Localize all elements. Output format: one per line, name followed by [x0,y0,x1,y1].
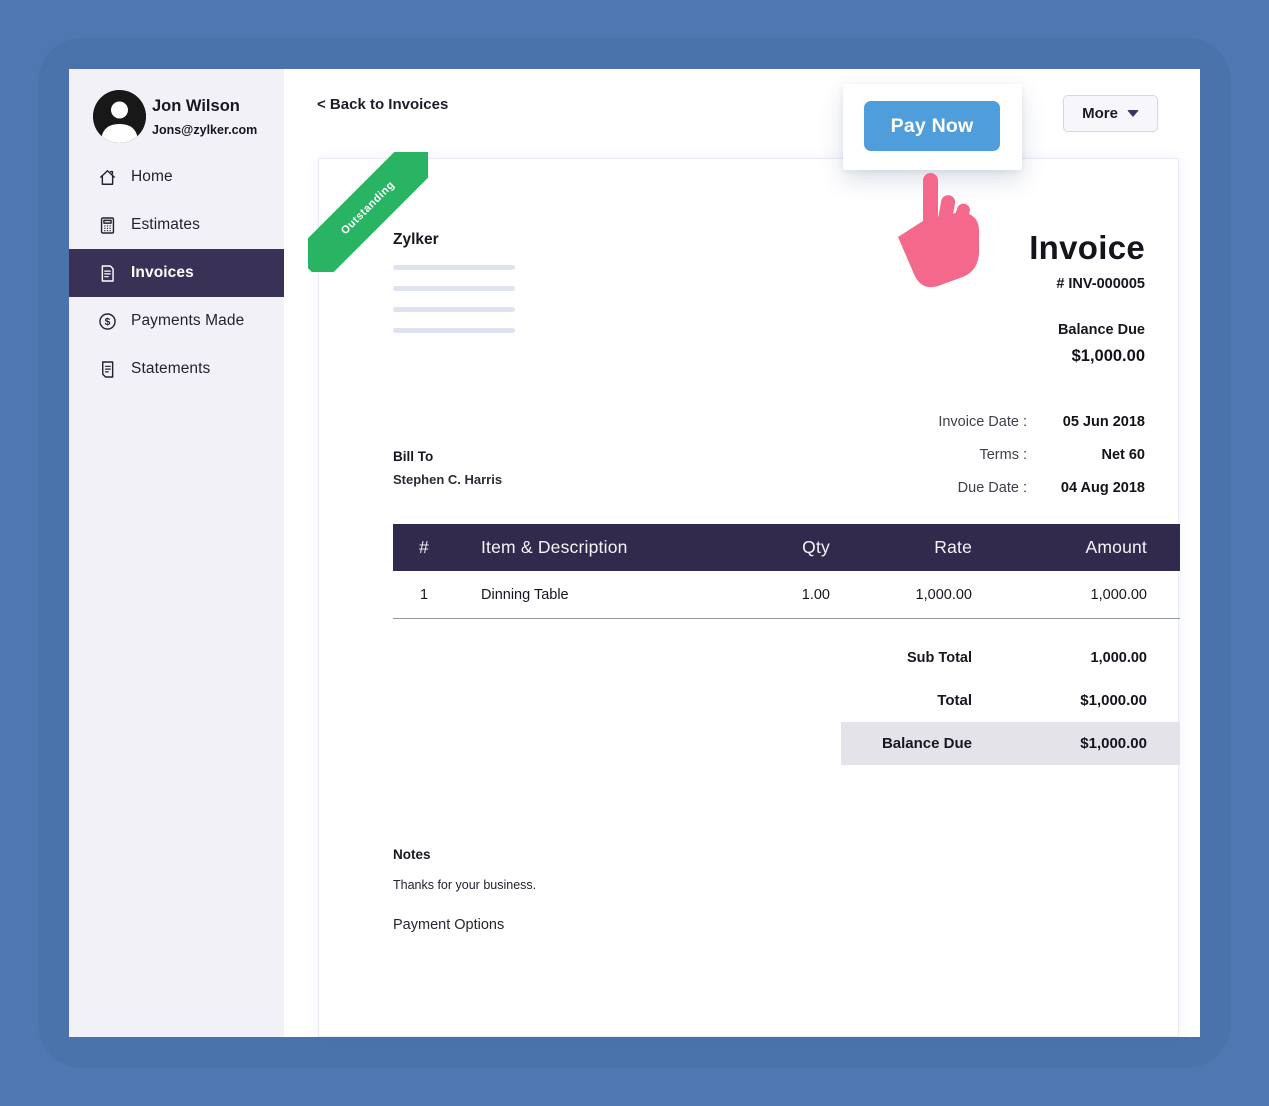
sidebar-item-label: Payments Made [131,312,245,329]
invoice-paper: Zylker Invoice # INV-000005 Balance Due … [318,158,1180,1037]
invoice-date-value: 05 Jun 2018 [1062,413,1145,430]
cell-amount: 1,000.00 [1090,586,1147,603]
cell-rate: 1,000.00 [915,586,972,603]
column-header-qty: Qty [802,537,830,557]
statement-document-icon [97,359,117,379]
user-email: Jons@zylker.com [152,123,258,137]
bill-to-name: Stephen C. Harris [393,472,503,487]
address-placeholder-line [393,286,515,291]
address-placeholder-line [393,328,515,333]
due-date-label: Due Date : [957,479,1027,496]
subtotal-value: 1,000.00 [1090,649,1147,666]
sidebar-menu: Home Estimates Invoices $ Payments Made … [69,153,284,393]
sidebar: Jon Wilson Jons@zylker.com Home Estimate… [69,69,284,1037]
line-items-table: # Item & Description Qty Rate Amount 1 D… [393,524,1180,619]
balance-due-value: $1,000.00 [1071,347,1145,365]
invoice-document-icon [97,263,117,283]
sidebar-item-label: Statements [131,360,211,377]
avatar [93,90,146,143]
balance-due-row: Balance Due $1,000.00 [393,722,1180,765]
address-placeholder-line [393,265,515,270]
invoice-title: Invoice [1029,229,1145,266]
column-header-item: Item & Description [481,537,628,557]
totals-section: Sub Total 1,000.00 Total $1,000.00 Balan… [393,636,1180,765]
balance-due-row-label: Balance Due [881,735,972,752]
table-row: 1 Dinning Table 1.00 1,000.00 1,000.00 [393,571,1180,619]
desktop-background: Jon Wilson Jons@zylker.com Home Estimate… [0,0,1269,1106]
home-icon [97,167,117,187]
address-placeholder-line [393,307,515,312]
ribbon-fold-left [308,246,316,262]
balance-due-row-value: $1,000.00 [1080,735,1147,752]
svg-text:$: $ [104,317,110,328]
column-header-number: # [419,537,429,557]
back-to-invoices-link[interactable]: < Back to Invoices [317,96,448,113]
column-header-rate: Rate [934,537,972,557]
terms-label: Terms : [979,446,1027,463]
table-header-row: # Item & Description Qty Rate Amount [393,524,1180,571]
cell-number: 1 [419,586,429,603]
person-icon [93,90,146,143]
bill-to-label: Bill To [393,449,434,464]
dollar-circle-icon: $ [97,311,117,331]
sidebar-item-statements[interactable]: Statements [69,345,284,393]
company-name: Zylker [393,231,439,248]
user-name: Jon Wilson [152,97,240,115]
calculator-icon [97,215,117,235]
notes-text: Thanks for your business. [393,878,537,892]
subtotal-row: Sub Total 1,000.00 [393,636,1180,679]
total-row: Total $1,000.00 [393,679,1180,722]
terms-row: Terms : Net 60 [715,438,1145,471]
invoice-meta: Invoice Date : 05 Jun 2018 Terms : Net 6… [715,405,1145,504]
invoice-number: # INV-000005 [1056,276,1145,292]
payment-options-label: Payment Options [393,917,505,933]
pay-now-button[interactable]: Pay Now [864,101,1000,151]
due-date-row: Due Date : 04 Aug 2018 [715,471,1145,504]
sidebar-item-estimates[interactable]: Estimates [69,201,284,249]
sidebar-item-label: Invoices [131,264,194,281]
hand-cursor-icon [893,173,985,293]
total-label: Total [937,692,972,709]
terms-value: Net 60 [1101,446,1145,463]
subtotal-label: Sub Total [907,649,972,666]
cell-item: Dinning Table [481,586,569,603]
chevron-down-icon [1126,110,1139,117]
invoice-date-label: Invoice Date : [938,413,1027,430]
customer-portal-window: Jon Wilson Jons@zylker.com Home Estimate… [69,69,1200,1037]
cell-qty: 1.00 [801,586,830,603]
sidebar-item-label: Home [131,168,173,185]
sidebar-item-label: Estimates [131,216,200,233]
pay-now-card: Pay Now [843,84,1022,170]
invoice-date-row: Invoice Date : 05 Jun 2018 [715,405,1145,438]
total-value: $1,000.00 [1080,692,1147,709]
balance-due-label: Balance Due [1057,322,1145,338]
more-button-label: More [1082,105,1118,122]
more-button[interactable]: More [1063,95,1158,132]
sidebar-item-invoices[interactable]: Invoices [69,249,284,297]
due-date-value: 04 Aug 2018 [1060,479,1145,496]
notes-label: Notes [393,847,431,862]
sidebar-item-home[interactable]: Home [69,153,284,201]
sidebar-item-payments-made[interactable]: $ Payments Made [69,297,284,345]
column-header-amount: Amount [1085,537,1147,557]
